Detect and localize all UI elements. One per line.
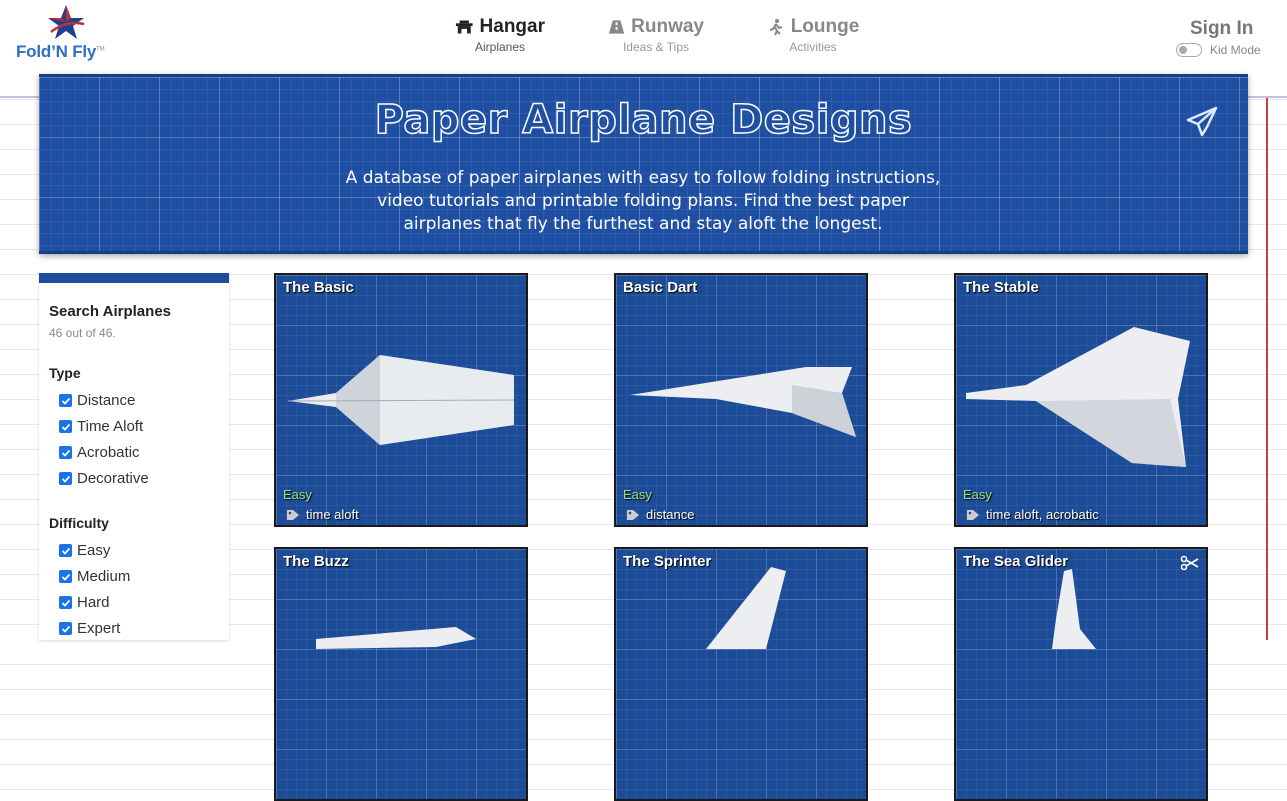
airplane-image [966, 327, 1190, 467]
kid-mode-control[interactable]: Kid Mode [1176, 43, 1261, 57]
difficulty-filter-hard[interactable]: Hard [59, 594, 110, 611]
nav-runway[interactable]: Runway Ideas & Tips [608, 16, 704, 54]
difficulty-filter-label: Expert [77, 620, 121, 637]
type-filter-distance[interactable]: Distance [59, 392, 135, 409]
checkbox-checked[interactable] [59, 420, 72, 433]
tag-icon [287, 509, 299, 520]
difficulty-filter-medium[interactable]: Medium [59, 568, 130, 585]
airplane-card-the-stable[interactable]: The Stable Easy time aloft, acrobatic [954, 273, 1208, 527]
airplane-image [316, 627, 476, 649]
kid-mode-label: Kid Mode [1210, 43, 1261, 57]
checkbox-checked[interactable] [59, 544, 72, 557]
checkbox-checked[interactable] [59, 596, 72, 609]
type-filter-time-aloft[interactable]: Time Aloft [59, 418, 143, 435]
type-filter-decorative[interactable]: Decorative [59, 470, 149, 487]
checkbox-checked[interactable] [59, 570, 72, 583]
difficulty-heading: Difficulty [49, 515, 109, 531]
sign-in-link[interactable]: Sign In [1190, 18, 1253, 40]
airplane-card-the-buzz[interactable]: The Buzz [274, 547, 528, 801]
airplane-card-basic-dart[interactable]: Basic Dart Easy distance [614, 273, 868, 527]
difficulty-filter-expert[interactable]: Expert [59, 620, 120, 637]
card-title: The Sprinter [623, 553, 712, 570]
checkbox-checked[interactable] [59, 472, 72, 485]
sidebar-title: Search Airplanes [49, 303, 171, 320]
type-filter-acrobatic[interactable]: Acrobatic [59, 444, 140, 461]
airplane-card-the-basic[interactable]: The Basic Easy time aloft [274, 273, 528, 527]
airplane-image [630, 367, 856, 437]
difficulty-filter-label: Easy [77, 542, 111, 559]
nav-hangar-sub: Airplanes [474, 40, 526, 54]
card-tags: distance [626, 507, 694, 522]
type-heading: Type [49, 365, 81, 381]
logo-text: Fold’N FlyTM [16, 42, 105, 61]
type-filter-label: Time Aloft [77, 418, 144, 435]
card-title: The Sea Glider [963, 553, 1069, 570]
card-tags: time aloft, acrobatic [966, 507, 1099, 522]
difficulty-filter-label: Medium [77, 568, 131, 585]
type-filter-label: Distance [77, 392, 136, 409]
hero-banner: Paper Airplane Designs A database of pap… [39, 74, 1248, 254]
checkbox-checked[interactable] [59, 394, 72, 407]
type-filter-label: Acrobatic [77, 444, 140, 461]
card-title: The Basic [283, 279, 354, 296]
page-title: Paper Airplane Designs [374, 96, 913, 144]
difficulty-filter-label: Hard [77, 594, 110, 611]
card-difficulty: Easy [283, 487, 312, 502]
tag-icon [627, 509, 639, 520]
checkbox-checked[interactable] [59, 446, 72, 459]
star-logo-icon [48, 5, 85, 39]
card-title: Basic Dart [623, 279, 698, 296]
checkbox-checked[interactable] [59, 622, 72, 635]
lounge-icon [769, 19, 783, 36]
page-description: A database of paper airplanes with easy … [345, 168, 941, 234]
type-filter-label: Decorative [77, 470, 149, 487]
result-count: 46 out of 46. [49, 326, 116, 340]
hangar-icon [455, 20, 473, 34]
margin-line [1266, 96, 1268, 640]
difficulty-filter-easy[interactable]: Easy [59, 542, 110, 559]
nav-runway-sub: Ideas & Tips [622, 40, 690, 54]
nav-hangar[interactable]: Hangar Airplanes [455, 16, 545, 54]
kid-mode-toggle[interactable] [1176, 43, 1202, 57]
site-logo[interactable]: Fold’N FlyTM [14, 2, 130, 68]
nav-runway-label: Runway [631, 16, 704, 37]
nav-lounge-sub: Activities [789, 40, 837, 54]
card-difficulty: Easy [963, 487, 992, 502]
airplane-image [1052, 569, 1096, 649]
tag-icon [967, 509, 979, 520]
nav-lounge[interactable]: Lounge Activities [766, 16, 860, 54]
card-title: The Stable [963, 279, 1039, 296]
airplane-image [706, 567, 786, 649]
runway-icon [608, 20, 625, 34]
nav-lounge-label: Lounge [790, 16, 860, 37]
search-sidebar: Search Airplanes 46 out of 46. Type Dist… [39, 273, 229, 640]
paper-plane-icon [1186, 106, 1218, 137]
airplane-card-the-sprinter[interactable]: The Sprinter [614, 547, 868, 801]
card-tags: time aloft [286, 507, 359, 522]
airplane-image [287, 355, 515, 445]
scissors-icon [1180, 555, 1199, 571]
card-difficulty: Easy [623, 487, 652, 502]
nav-hangar-label: Hangar [479, 16, 545, 37]
card-title: The Buzz [283, 553, 349, 570]
airplane-card-the-sea-glider[interactable]: The Sea Glider [954, 547, 1208, 801]
